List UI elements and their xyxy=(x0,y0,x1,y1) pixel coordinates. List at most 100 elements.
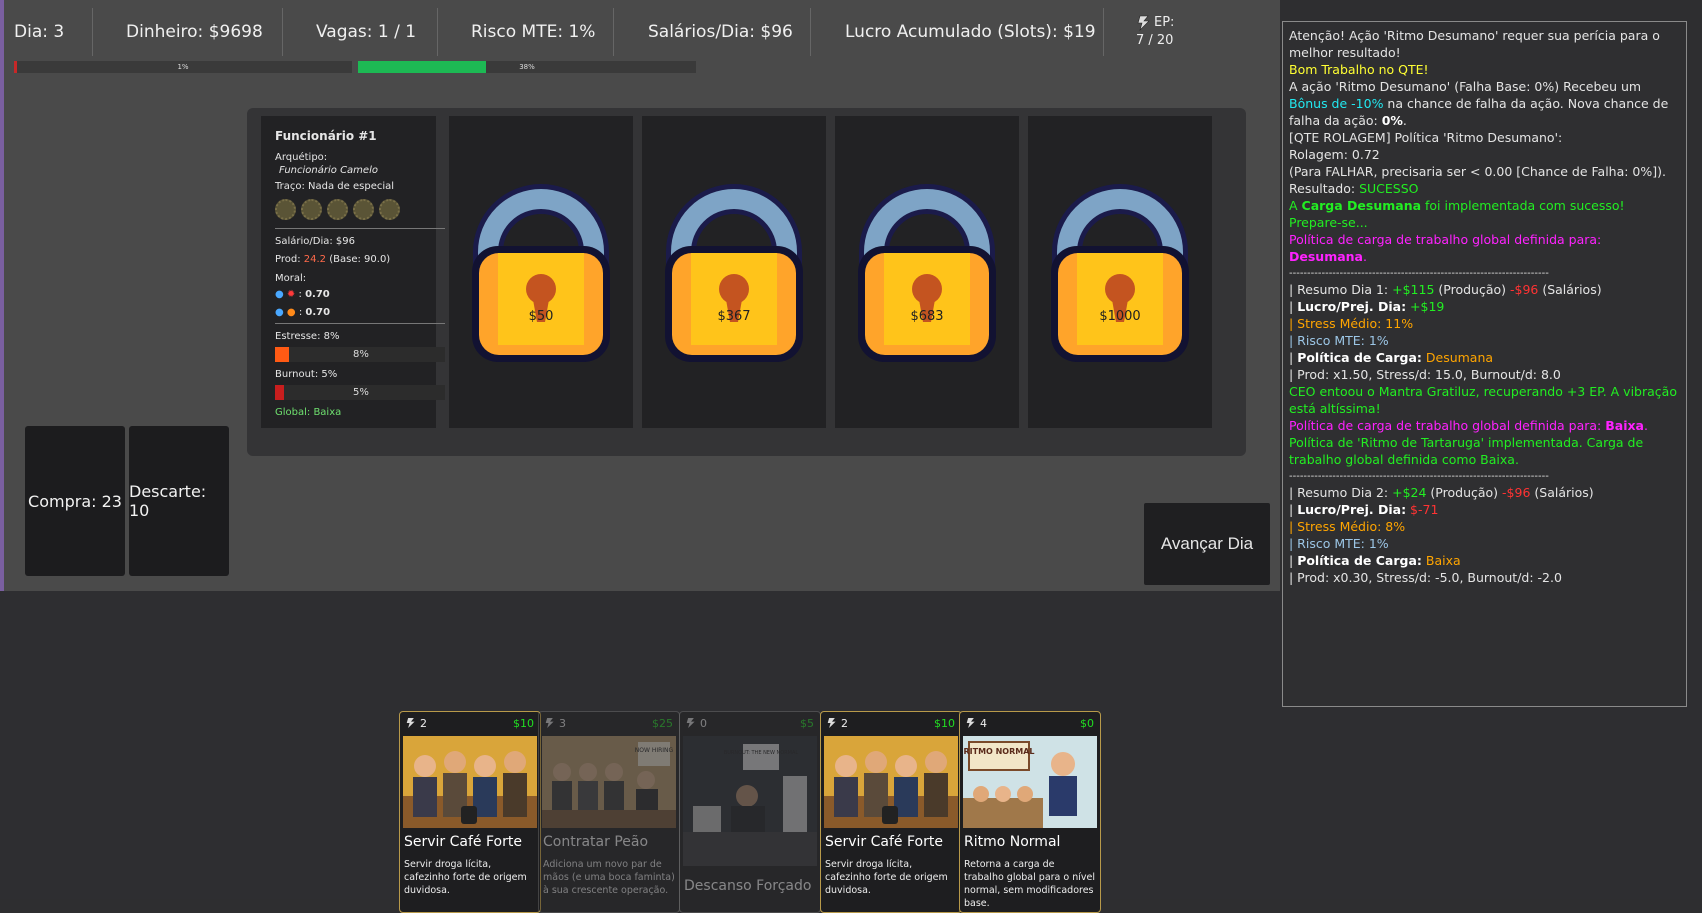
stress-bar-fill xyxy=(275,347,289,362)
gear-icon xyxy=(353,199,374,220)
stress-label: Estresse: 8% xyxy=(275,331,340,342)
log-text: Política de Carga: xyxy=(1297,553,1422,568)
log-text: Lucro/Prej. Dia: xyxy=(1297,502,1407,517)
log-text: | Resumo Dia 1: xyxy=(1289,282,1393,297)
card-cost: 3 xyxy=(559,717,566,730)
burnout-bar-pct: 5% xyxy=(353,387,369,398)
fire-icon: ● xyxy=(286,307,296,318)
ritmo-normal-art: RITMO NORMAL xyxy=(963,736,1097,828)
card-price: $5 xyxy=(800,717,814,730)
burnout-label: Burnout: 5% xyxy=(275,369,338,380)
log-line: | Resumo Dia 2: +$24 (Produção) -$96 (Sa… xyxy=(1289,484,1680,501)
log-text: $-71 xyxy=(1406,502,1439,517)
log-line: | Risco MTE: 1% xyxy=(1289,536,1389,551)
hand-card-descanso-forcado[interactable]: 0 $5 BURNOUT: THE NEW NORMAL Descanso Fo… xyxy=(679,711,821,913)
energy-bolt-icon xyxy=(827,718,836,728)
hand-card-cafe-forte[interactable]: 2 $10 Servir Café Forte Servir droga líc… xyxy=(399,711,541,913)
burnout-sign: BURNOUT: THE NEW NORMAL xyxy=(724,750,799,756)
card-desc: Retorna a carga de trabalho global para … xyxy=(964,859,1095,909)
burnout-bar: 5% xyxy=(275,385,445,400)
risk-counter: Risco MTE: 1% xyxy=(471,22,596,42)
archetype-value: Funcionário Camelo xyxy=(279,165,378,176)
gear-icon xyxy=(275,199,296,220)
divider xyxy=(613,8,614,56)
locked-slot[interactable]: $1000 xyxy=(1028,116,1212,428)
gear-icon xyxy=(379,199,400,220)
card-desc: Adiciona um novo par de mãos (e uma boca… xyxy=(543,859,675,896)
progress-bar-label: 38% xyxy=(519,63,535,71)
card-cost: 4 xyxy=(980,717,987,730)
window-edge xyxy=(0,0,4,591)
log-line: | Stress Médio: 8% xyxy=(1289,519,1406,534)
log-line: | Lucro/Prej. Dia: $-71 xyxy=(1289,501,1680,518)
discard-pile[interactable]: Descarte: 10 xyxy=(129,426,229,576)
hand-card-cafe-forte[interactable]: 2 $10 Servir Café Forte Servir droga líc… xyxy=(820,711,962,913)
log-text: Resultado: xyxy=(1289,181,1360,196)
money-counter: Dinheiro: $9698 xyxy=(126,22,263,42)
log-line: | Política de Carga: Desumana xyxy=(1289,349,1680,366)
event-log[interactable]: Atenção! Ação 'Ritmo Desumano' requer su… xyxy=(1282,21,1687,707)
profit-counter: Lucro Acumulado (Slots): $19 xyxy=(845,22,1096,42)
log-text: (Salários) xyxy=(1538,282,1602,297)
employee-board: Funcionário #1 Arquétipo: Funcionário Ca… xyxy=(247,108,1246,456)
stress-bar: 8% xyxy=(275,347,445,362)
moral-row-2: ● ● : 0.70 xyxy=(275,307,331,318)
log-line: Rolagem: 0.72 xyxy=(1289,147,1380,162)
log-line: [QTE ROLAGEM] Política 'Ritmo Desumano': xyxy=(1289,130,1563,145)
log-line: | Prod: x1.50, Stress/d: 15.0, Burnout/d… xyxy=(1289,367,1561,382)
log-line: | Stress Médio: 11% xyxy=(1289,316,1414,331)
stress-bar-pct: 8% xyxy=(353,349,369,360)
log-text: -$96 xyxy=(1502,485,1531,500)
divider xyxy=(282,8,283,56)
prod-value: 24.2 xyxy=(303,254,327,265)
log-line: Política de carga de trabalho global def… xyxy=(1289,417,1680,434)
divider xyxy=(275,228,445,229)
locked-slot[interactable]: $367 xyxy=(642,116,826,428)
log-text: (Salários) xyxy=(1530,485,1594,500)
card-name: Servir Café Forte xyxy=(404,834,522,850)
hand-card-contratar-peao[interactable]: 3 $25 NOW HIRING Contratar Peão Adiciona… xyxy=(538,711,680,913)
progress-bar: 38% xyxy=(358,61,696,73)
log-text: A ação 'Ritmo Desumano' (Falha Base: 0%)… xyxy=(1289,79,1642,94)
day-counter: Dia: 3 xyxy=(14,22,65,42)
divider xyxy=(810,8,811,56)
card-name: Contratar Peão xyxy=(543,834,649,850)
log-text: | Resumo Dia 2: xyxy=(1289,485,1393,500)
virus-icon: ✹ xyxy=(286,289,296,300)
card-name: Ritmo Normal xyxy=(964,834,1061,850)
locked-slot[interactable]: $50 xyxy=(449,116,633,428)
burnout-desk-art: BURNOUT: THE NEW NORMAL xyxy=(683,736,817,866)
padlock-icon xyxy=(858,184,996,362)
slot-price: $50 xyxy=(528,309,554,324)
gear-icon xyxy=(301,199,322,220)
draw-pile[interactable]: Compra: 23 xyxy=(25,426,125,576)
card-price: $25 xyxy=(652,717,673,730)
hand-card-ritmo-normal[interactable]: 4 $0 RITMO NORMAL Ritmo Normal Retorna a… xyxy=(959,711,1101,913)
prod-line: Prod: 24.2 (Base: 90.0) xyxy=(275,253,445,266)
employee-card[interactable]: Funcionário #1 Arquétipo: Funcionário Ca… xyxy=(261,116,445,428)
log-separator: ----------------------------------------… xyxy=(1289,471,1549,482)
locked-slot[interactable]: $683 xyxy=(835,116,1019,428)
modifier-slots xyxy=(275,199,445,220)
log-line: | Prod: x0.30, Stress/d: -5.0, Burnout/d… xyxy=(1289,570,1562,585)
card-cost: 0 xyxy=(700,717,707,730)
log-text: Baixa xyxy=(1421,553,1461,568)
card-cost: 2 xyxy=(841,717,848,730)
card-cost: 2 xyxy=(420,717,427,730)
log-text: +$115 xyxy=(1392,282,1435,297)
log-text: Política de carga de trabalho global def… xyxy=(1289,232,1602,247)
shield-icon: ● xyxy=(275,307,284,318)
energy-bolt-icon xyxy=(406,718,415,728)
log-text: | xyxy=(1289,299,1298,314)
log-line: (Para FALHAR, precisaria ser < 0.00 [Cha… xyxy=(1289,164,1666,179)
advance-day-button[interactable]: Avançar Dia xyxy=(1144,503,1270,585)
log-line: | Política de Carga: Baixa xyxy=(1289,552,1680,569)
moral-value-2: 0.70 xyxy=(305,307,331,318)
log-text: . xyxy=(1363,249,1367,264)
log-text: +$24 xyxy=(1392,485,1427,500)
log-text: Política de Carga: xyxy=(1297,350,1422,365)
now-hiring-sign: NOW HIRING xyxy=(635,747,674,754)
employee-title: Funcionário #1 xyxy=(275,129,377,143)
coffee-workers-art xyxy=(403,736,537,828)
moral-label: Moral: xyxy=(275,273,307,284)
